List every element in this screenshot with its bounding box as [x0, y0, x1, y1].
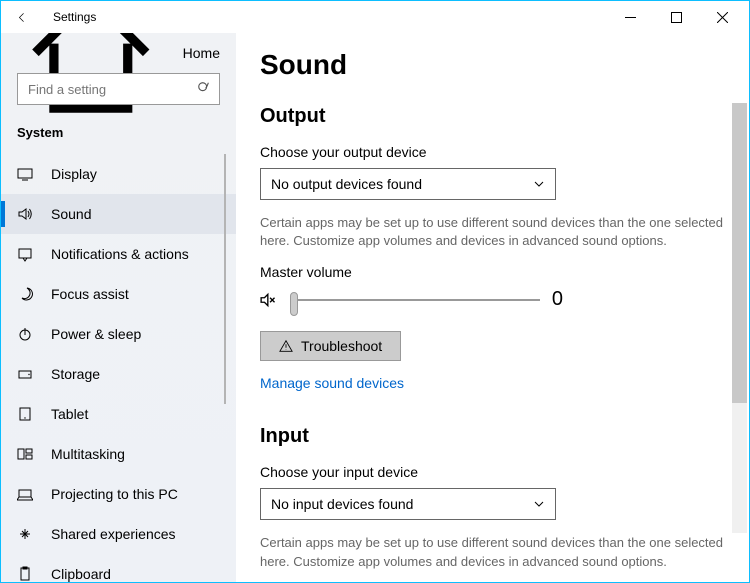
- multitasking-icon: [17, 446, 33, 462]
- chevron-down-icon: [533, 498, 545, 510]
- output-device-select[interactable]: No output devices found: [260, 168, 556, 200]
- sidebar-item-label: Storage: [51, 366, 100, 382]
- projecting-icon: [17, 486, 33, 502]
- nav-list[interactable]: Display Sound Notifications & actions Fo…: [1, 154, 236, 582]
- shared-icon: [17, 526, 33, 542]
- troubleshoot-label: Troubleshoot: [301, 338, 382, 354]
- speaker-muted-icon: [260, 290, 278, 310]
- volume-thumb[interactable]: [290, 292, 298, 316]
- manage-output-link[interactable]: Manage sound devices: [260, 375, 404, 391]
- maximize-button[interactable]: [653, 1, 699, 33]
- sidebar-scrollthumb[interactable]: [224, 154, 226, 404]
- sidebar-item-storage[interactable]: Storage: [1, 354, 236, 394]
- input-device-value: No input devices found: [271, 496, 413, 512]
- window-title: Settings: [53, 10, 96, 24]
- tablet-icon: [17, 406, 33, 422]
- clipboard-icon: [17, 566, 33, 582]
- home-button[interactable]: Home: [1, 33, 236, 73]
- sidebar-scrollbar[interactable]: [220, 154, 234, 582]
- warning-icon: [279, 339, 293, 353]
- sidebar-item-label: Power & sleep: [51, 326, 141, 342]
- sidebar-item-label: Shared experiences: [51, 526, 176, 542]
- chevron-down-icon: [533, 178, 545, 190]
- output-troubleshoot-button[interactable]: Troubleshoot: [260, 331, 401, 361]
- sidebar-item-multitasking[interactable]: Multitasking: [1, 434, 236, 474]
- sidebar-item-label: Sound: [51, 206, 91, 222]
- main-scrollthumb[interactable]: [732, 103, 747, 403]
- sidebar: Home System Display Sound Notifications …: [1, 33, 236, 582]
- power-icon: [17, 326, 33, 342]
- output-heading: Output: [260, 105, 733, 128]
- category-label: System: [1, 117, 236, 154]
- display-icon: [17, 166, 33, 182]
- close-button[interactable]: [699, 1, 745, 33]
- master-volume-label: Master volume: [260, 264, 733, 280]
- output-note: Certain apps may be set up to use differ…: [260, 214, 733, 250]
- output-device-value: No output devices found: [271, 176, 422, 192]
- search-input[interactable]: [17, 73, 220, 105]
- storage-icon: [17, 366, 33, 382]
- sidebar-item-focus[interactable]: Focus assist: [1, 274, 236, 314]
- sidebar-item-tablet[interactable]: Tablet: [1, 394, 236, 434]
- sidebar-item-label: Projecting to this PC: [51, 486, 178, 502]
- back-button[interactable]: [5, 1, 37, 33]
- sound-icon: [17, 206, 33, 222]
- search-icon: [197, 81, 211, 100]
- sidebar-item-label: Clipboard: [51, 566, 111, 582]
- input-device-select[interactable]: No input devices found: [260, 488, 556, 520]
- sidebar-item-projecting[interactable]: Projecting to this PC: [1, 474, 236, 514]
- sidebar-item-label: Multitasking: [51, 446, 125, 462]
- main-scrollbar[interactable]: [732, 103, 747, 533]
- sidebar-item-display[interactable]: Display: [1, 154, 236, 194]
- sidebar-item-sound[interactable]: Sound: [1, 194, 236, 234]
- sidebar-item-shared[interactable]: Shared experiences: [1, 514, 236, 554]
- sidebar-item-notifications[interactable]: Notifications & actions: [1, 234, 236, 274]
- page-title: Sound: [260, 49, 733, 81]
- sidebar-item-label: Focus assist: [51, 286, 129, 302]
- sidebar-item-label: Notifications & actions: [51, 246, 189, 262]
- home-label: Home: [183, 45, 220, 61]
- volume-slider[interactable]: [290, 299, 540, 301]
- sidebar-item-clipboard[interactable]: Clipboard: [1, 554, 236, 582]
- output-choose-label: Choose your output device: [260, 144, 733, 160]
- sidebar-item-label: Tablet: [51, 406, 88, 422]
- volume-value: 0: [552, 288, 733, 311]
- focus-icon: [17, 286, 33, 302]
- input-heading: Input: [260, 425, 733, 448]
- sidebar-item-label: Display: [51, 166, 97, 182]
- minimize-button[interactable]: [607, 1, 653, 33]
- notifications-icon: [17, 246, 33, 262]
- input-choose-label: Choose your input device: [260, 464, 733, 480]
- input-note: Certain apps may be set up to use differ…: [260, 534, 733, 570]
- titlebar: Settings: [1, 1, 749, 33]
- sidebar-item-power[interactable]: Power & sleep: [1, 314, 236, 354]
- main-content: Sound Output Choose your output device N…: [236, 33, 749, 582]
